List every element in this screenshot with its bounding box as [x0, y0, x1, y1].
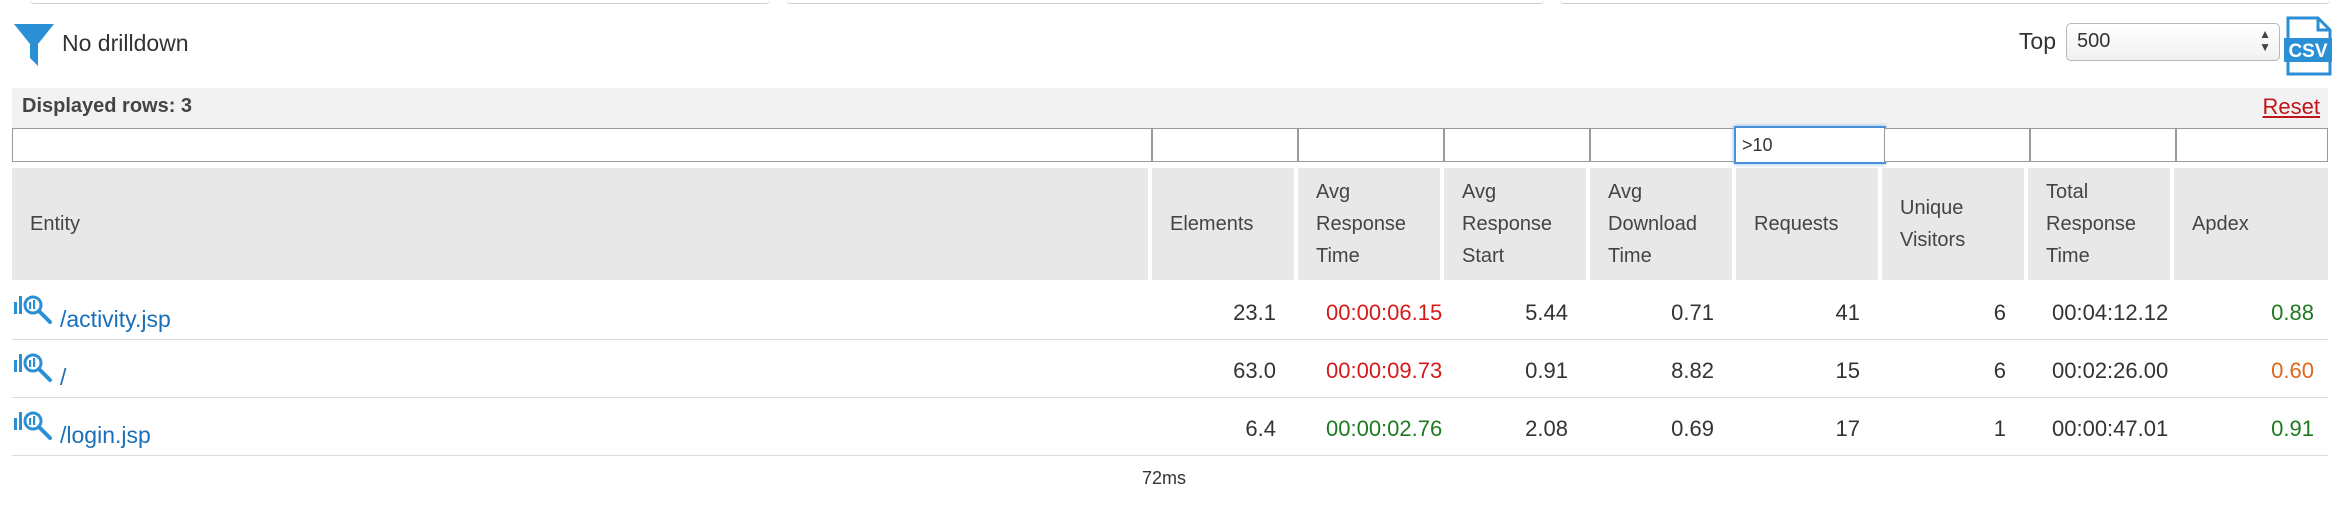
- avg-download-time-value: 8.82: [1671, 358, 1714, 383]
- tab-segment[interactable]: [1560, 0, 2330, 4]
- entity-link[interactable]: /: [60, 364, 66, 391]
- unique-visitors-value: 6: [1993, 300, 2006, 325]
- unique-visitors-value: 6: [1993, 358, 2006, 383]
- column-header-avg-download-time[interactable]: Avg Download Time: [1590, 168, 1732, 280]
- filter-avg-download-time[interactable]: [1590, 128, 1736, 162]
- query-timing: 72ms: [1142, 468, 1187, 488]
- filter-avg-response-time[interactable]: [1298, 128, 1444, 162]
- unique-visitors-value: 1: [1993, 416, 2006, 441]
- avg-response-time-value: 00:00:06.15: [1326, 300, 1443, 325]
- column-header-elements[interactable]: Elements: [1152, 168, 1294, 280]
- column-header-apdex[interactable]: Apdex: [2174, 168, 2328, 280]
- column-header-requests[interactable]: Requests: [1736, 168, 1878, 280]
- total-response-time-value: 00:02:26.00: [2052, 358, 2169, 383]
- avg-response-start-value: 5.44: [1525, 300, 1568, 325]
- top-tab-strip: [0, 0, 2338, 4]
- avg-response-time-value: 00:00:09.73: [1326, 358, 1443, 383]
- total-response-time-value: 00:00:47.01: [2052, 416, 2169, 441]
- entity-link[interactable]: /activity.jsp: [60, 306, 171, 333]
- elements-value: 23.1: [1233, 300, 1276, 325]
- filter-icon[interactable]: [12, 22, 56, 68]
- tab-segment[interactable]: [30, 0, 770, 4]
- apdex-value: 0.60: [2271, 358, 2314, 383]
- table-header: Entity Elements Avg Response Time Avg Re…: [12, 168, 2328, 280]
- csv-export-icon[interactable]: CSV: [2284, 16, 2332, 76]
- column-header-total-response-time[interactable]: Total Response Time: [2028, 168, 2170, 280]
- avg-download-time-value: 0.71: [1671, 300, 1714, 325]
- displayed-rows-count: Displayed rows: 3: [22, 95, 193, 117]
- column-header-avg-response-time[interactable]: Avg Response Time: [1298, 168, 1440, 280]
- table-row[interactable]: / 63.0 00:00:09.73 0.91 8.82 15 6 00:02:…: [12, 340, 2328, 398]
- summary-bar: Displayed rows: 3 Reset: [12, 88, 2328, 128]
- top-select-value: 500: [2077, 30, 2111, 52]
- apdex-value: 0.91: [2271, 416, 2314, 441]
- requests-value: 15: [1835, 358, 1860, 383]
- filter-avg-response-start[interactable]: [1444, 128, 1590, 162]
- analyze-magnifier-icon[interactable]: [12, 408, 54, 442]
- avg-response-time-value: 00:00:02.76: [1326, 416, 1443, 441]
- table-row[interactable]: /activity.jsp 23.1 00:00:06.15 5.44 0.71…: [12, 282, 2328, 340]
- filter-unique-visitors[interactable]: [1884, 128, 2030, 162]
- filter-requests[interactable]: >10: [1734, 126, 1886, 164]
- column-filter-row: >10: [12, 126, 2328, 164]
- analyze-magnifier-icon[interactable]: [12, 292, 54, 326]
- column-header-entity[interactable]: Entity: [12, 168, 1148, 280]
- toolbar: No drilldown Top 500 ▲ ▼ CSV: [12, 16, 2332, 84]
- avg-response-start-value: 2.08: [1525, 416, 1568, 441]
- column-header-avg-response-start[interactable]: Avg Response Start: [1444, 168, 1586, 280]
- requests-value: 41: [1835, 300, 1860, 325]
- elements-value: 6.4: [1245, 416, 1276, 441]
- filter-apdex[interactable]: [2176, 128, 2328, 162]
- csv-label: CSV: [2288, 41, 2327, 62]
- filter-elements[interactable]: [1152, 128, 1298, 162]
- total-response-time-value: 00:04:12.12: [2052, 300, 2169, 325]
- reset-link[interactable]: Reset: [2263, 94, 2320, 120]
- requests-value: 17: [1835, 416, 1860, 441]
- drilldown-label: No drilldown: [62, 30, 189, 56]
- top-label: Top: [2018, 28, 2056, 54]
- apdex-value: 0.88: [2271, 300, 2314, 325]
- top-select[interactable]: 500 ▲ ▼: [2066, 23, 2280, 61]
- table-row[interactable]: /login.jsp 6.4 00:00:02.76 2.08 0.69 17 …: [12, 398, 2328, 456]
- elements-value: 63.0: [1233, 358, 1276, 383]
- avg-download-time-value: 0.69: [1671, 416, 1714, 441]
- column-header-unique-visitors[interactable]: Unique Visitors: [1882, 168, 2024, 280]
- filter-entity[interactable]: [12, 128, 1152, 162]
- analyze-magnifier-icon[interactable]: [12, 350, 54, 384]
- avg-response-start-value: 0.91: [1525, 358, 1568, 383]
- tab-segment[interactable]: [786, 0, 1544, 4]
- select-arrows-icon: ▲ ▼: [2259, 27, 2271, 54]
- entity-link[interactable]: /login.jsp: [60, 422, 151, 449]
- filter-total-response-time[interactable]: [2030, 128, 2176, 162]
